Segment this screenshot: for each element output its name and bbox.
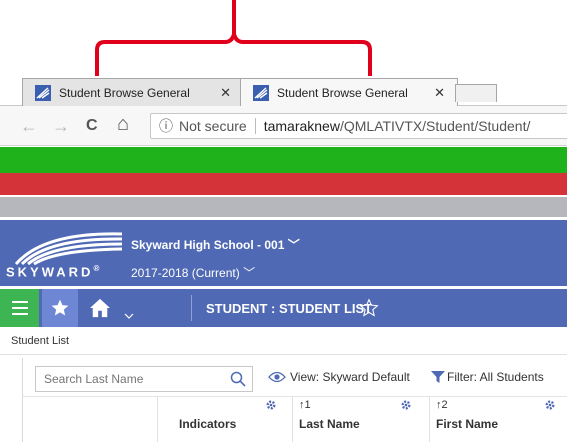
red-annotation-bracket — [95, 0, 372, 80]
home-dropdown-toggle[interactable] — [118, 289, 140, 327]
column-header-indicators[interactable]: Indicators — [158, 397, 292, 442]
skyward-header: SKYWARD® Skyward High School - 001 ﹀ 201… — [0, 220, 567, 286]
info-icon[interactable]: ⓘ — [159, 116, 173, 136]
hamburger-menu-icon[interactable] — [0, 289, 39, 327]
tab-title: Student Browse General — [277, 85, 408, 100]
home-icon[interactable]: ⌂ — [117, 113, 129, 136]
url-host: tamaraknew — [263, 118, 340, 134]
browser-address-bar: ← → C ⌂ ⓘ Not secure tamaraknew /QMLATIV… — [0, 106, 567, 146]
url-divider — [254, 118, 256, 134]
breadcrumb-bar: Student List — [0, 327, 567, 355]
list-toolbar: View: Skyward Default Filter: All Studen… — [22, 358, 567, 396]
url-path: /QMLATIVTX/Student/Student/ — [339, 118, 531, 134]
gray-banner-stripe — [0, 197, 567, 217]
star-icon — [51, 299, 69, 316]
gear-icon[interactable] — [544, 399, 556, 411]
view-selector[interactable]: View: Skyward Default — [268, 370, 410, 384]
tab-close-icon[interactable]: ✕ — [220, 85, 231, 101]
school-year-selector[interactable]: 2017-2018 (Current) ﹀ — [131, 264, 255, 281]
school-selector[interactable]: Skyward High School - 001 ﹀ — [131, 236, 300, 253]
green-banner-stripe — [0, 147, 567, 173]
skyward-favicon-icon — [253, 84, 269, 101]
gear-icon[interactable] — [265, 399, 277, 411]
nav-divider — [191, 295, 192, 321]
filter-label: Filter: All Students — [447, 370, 544, 384]
search-input[interactable] — [44, 372, 224, 386]
chevron-down-icon: ﹀ — [287, 238, 300, 252]
column-header-blank — [23, 397, 157, 442]
search-icon[interactable] — [230, 371, 246, 387]
view-label: View: Skyward Default — [290, 370, 410, 384]
reload-icon[interactable]: C — [86, 117, 98, 135]
chevron-down-icon — [124, 313, 134, 319]
back-arrow-icon[interactable]: ← — [20, 116, 38, 137]
column-header-first-name[interactable]: ↑2 First Name — [430, 397, 567, 442]
sort-indicator: ↑2 — [436, 399, 448, 411]
red-banner-stripe — [0, 173, 567, 195]
url-field[interactable]: ⓘ Not secure tamaraknew /QMLATIVTX/Stude… — [150, 113, 567, 139]
filter-funnel-icon — [431, 371, 445, 383]
main-nav-bar: STUDENT : STUDENT LIST — [0, 289, 567, 327]
column-label: Last Name — [299, 417, 360, 431]
column-header-last-name[interactable]: ↑1 Last Name — [293, 397, 429, 442]
chevron-down-icon: ﹀ — [243, 266, 256, 280]
security-label: Not secure — [179, 118, 247, 134]
browser-tab-strip: Student Browse General ✕ Student Browse … — [0, 76, 567, 106]
filter-selector[interactable]: Filter: All Students — [431, 370, 544, 384]
skyward-logo-word: SKYWARD® — [6, 264, 103, 280]
browser-tab-2[interactable]: Student Browse General ✕ — [240, 78, 458, 106]
favorites-star-button[interactable] — [42, 289, 78, 327]
skyward-favicon-icon — [35, 84, 51, 101]
home-button[interactable] — [80, 289, 120, 327]
search-box — [35, 366, 253, 392]
tab-title: Student Browse General — [59, 85, 190, 100]
browser-tab-1[interactable]: Student Browse General ✕ — [22, 78, 244, 106]
screenshot-stage: Student Browse General ✕ Student Browse … — [0, 0, 567, 442]
house-icon — [90, 298, 110, 318]
grid-header-row: Indicators ↑1 Last Name ↑2 First Name — [22, 396, 567, 442]
forward-arrow-icon[interactable]: → — [52, 116, 70, 137]
gear-icon[interactable] — [400, 399, 412, 411]
eye-icon — [268, 371, 286, 383]
column-label: First Name — [436, 417, 499, 431]
sort-indicator: ↑1 — [299, 399, 311, 411]
favorite-star-outline-icon[interactable] — [359, 298, 379, 318]
skyward-logo-swoosh-icon — [14, 232, 123, 266]
page-title: STUDENT : STUDENT LIST — [206, 301, 373, 316]
new-tab-button[interactable] — [455, 84, 497, 102]
tab-close-icon[interactable]: ✕ — [434, 85, 445, 101]
breadcrumb[interactable]: Student List — [11, 335, 69, 347]
column-label: Indicators — [179, 417, 237, 431]
